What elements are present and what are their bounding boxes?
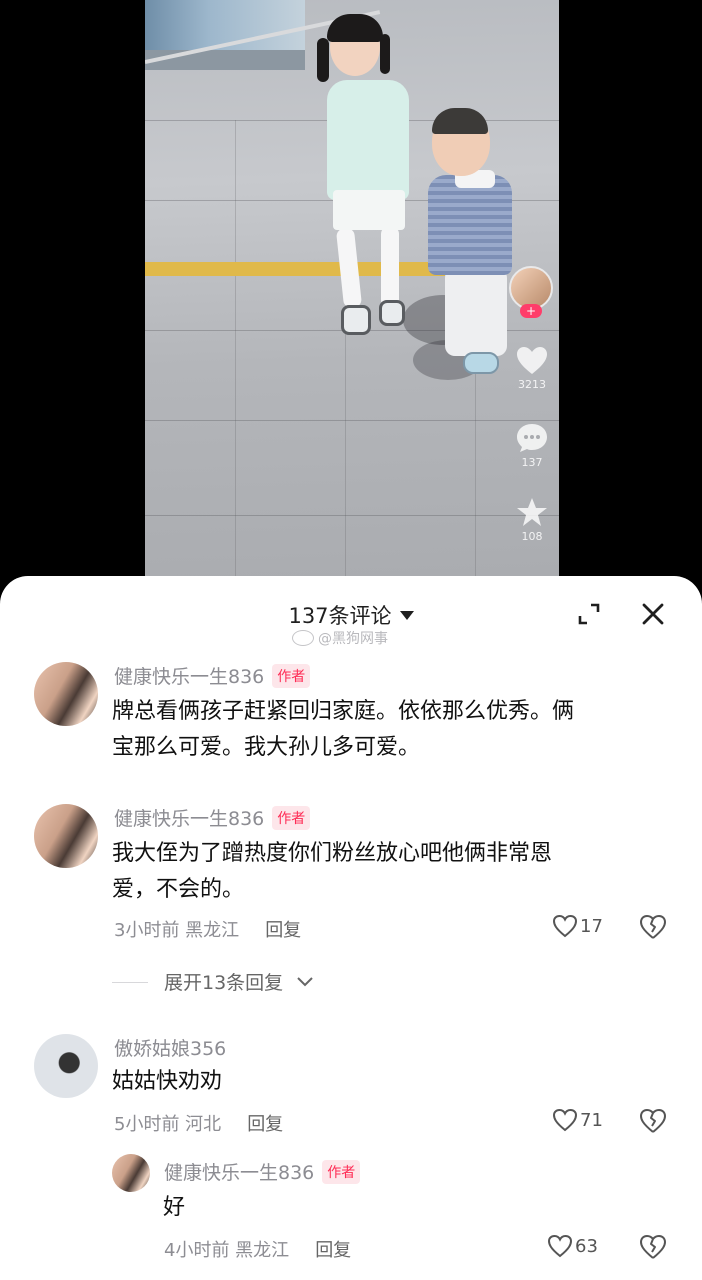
heart-outline-icon xyxy=(552,1108,578,1132)
comment-like-button[interactable]: 71 xyxy=(552,1108,603,1132)
reply-button[interactable]: 回复 xyxy=(315,1240,351,1261)
caret-down-icon xyxy=(399,611,414,620)
favorite-action[interactable]: 108 xyxy=(505,496,559,543)
comment-icon xyxy=(517,424,547,452)
user-avatar[interactable] xyxy=(34,804,98,868)
user-avatar[interactable] xyxy=(34,1034,98,1098)
like-count: 3213 xyxy=(518,378,546,391)
comment-like-count: 63 xyxy=(575,1236,598,1257)
comment-text: 姑姑快劝劝 xyxy=(112,1069,223,1094)
star-icon xyxy=(517,498,547,526)
close-icon[interactable] xyxy=(640,601,666,627)
comment-like-button[interactable]: 17 xyxy=(552,914,603,938)
comment-meta: 4小时前 黑龙江 回复 xyxy=(164,1236,351,1262)
comment-like-count: 71 xyxy=(580,1110,603,1131)
video-player[interactable]: + 3213 137 108 xyxy=(0,0,702,600)
comment-count-title: 137条评论 xyxy=(288,604,392,628)
comment-count: 137 xyxy=(521,456,543,469)
heart-outline-icon xyxy=(552,914,578,938)
comment-username[interactable]: 健康快乐一生836 作者 xyxy=(114,662,311,689)
comment-like-count: 17 xyxy=(580,916,603,937)
comment-meta: 3小时前 黑龙江 回复 xyxy=(114,916,301,942)
comment-meta: 5小时前 河北 回复 xyxy=(114,1110,283,1136)
comment-like-button[interactable]: 63 xyxy=(547,1234,598,1258)
comment-username[interactable]: 健康快乐一生836 作者 xyxy=(114,804,311,831)
comment-time-location: 3小时前 黑龙江 xyxy=(114,920,240,941)
broken-heart-icon[interactable] xyxy=(639,1234,667,1260)
author-badge: 作者 xyxy=(322,1160,361,1184)
expand-icon[interactable] xyxy=(577,602,601,626)
video-frame: + 3213 137 108 xyxy=(145,0,559,600)
boy-figure xyxy=(428,175,512,275)
reply-button[interactable]: 回复 xyxy=(247,1114,283,1135)
comment-text: 牌总看俩孩子赶紧回归家庭。依依那么优秀。俩 宝那么可爱。我大孙儿多可爱。 xyxy=(112,699,575,760)
comment-action[interactable]: 137 xyxy=(505,422,559,469)
comment-username[interactable]: 健康快乐一生836 作者 xyxy=(164,1158,361,1185)
broken-heart-icon[interactable] xyxy=(639,914,667,940)
reply-button[interactable]: 回复 xyxy=(265,920,301,941)
chevron-down-icon xyxy=(297,977,313,987)
watermark: @黑狗网事 xyxy=(292,628,388,648)
comment-username[interactable]: 傲娇姑娘356 xyxy=(114,1034,226,1061)
weibo-logo-icon xyxy=(292,630,314,646)
comment-sheet: 137条评论 @黑狗网事 健康快乐一生836 作者 牌总看俩孩子赶紧回归家庭。依依… xyxy=(0,576,702,1280)
like-action[interactable]: 3213 xyxy=(505,346,559,391)
expand-replies-button[interactable]: 展开13条回复 xyxy=(112,968,315,995)
heart-outline-icon xyxy=(547,1234,573,1258)
heart-icon xyxy=(517,347,547,374)
comment-time-location: 4小时前 黑龙江 xyxy=(164,1240,290,1261)
favorite-count: 108 xyxy=(521,530,543,543)
follow-button[interactable]: + xyxy=(520,304,542,318)
user-avatar[interactable] xyxy=(34,662,98,726)
comment-text: 好 xyxy=(163,1195,186,1220)
author-badge: 作者 xyxy=(272,806,311,830)
yellow-road-line xyxy=(145,262,445,276)
user-avatar[interactable] xyxy=(112,1154,150,1192)
author-badge: 作者 xyxy=(272,664,311,688)
comment-time-location: 5小时前 河北 xyxy=(114,1114,222,1135)
broken-heart-icon[interactable] xyxy=(639,1108,667,1134)
comment-text: 我大侄为了蹭热度你们粉丝放心吧他俩非常恩 爱，不会的。 xyxy=(112,841,553,902)
